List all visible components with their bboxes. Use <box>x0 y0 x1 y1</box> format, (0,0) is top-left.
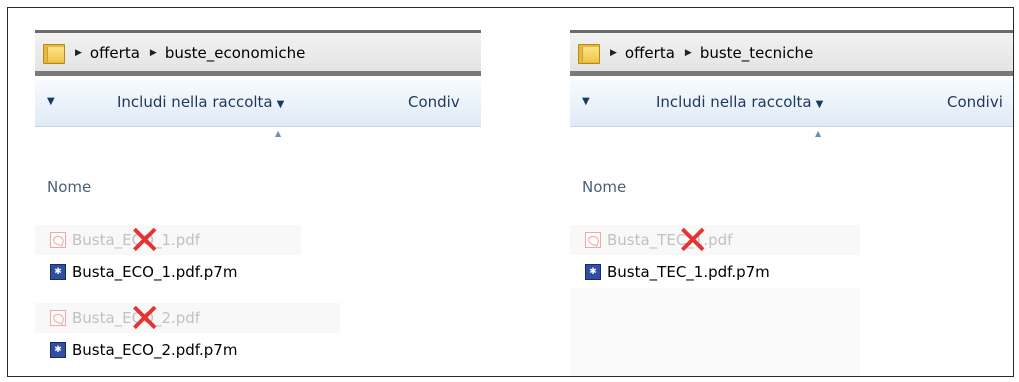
explorer-window-left: ▶ offerta ▶ buste_economiche ▼ Includi n… <box>35 30 481 376</box>
sort-ascending-icon: ▲ <box>815 129 822 138</box>
column-header-name[interactable]: Nome <box>47 178 91 196</box>
include-in-library-label: Includi nella raccolta <box>656 93 812 111</box>
signed-file-icon: ✱ <box>50 342 66 358</box>
sort-ascending-icon: ▲ <box>275 129 282 138</box>
file-name: Busta_ECO_2.pdf.p7m <box>72 341 238 359</box>
pdf-file-icon <box>50 232 66 248</box>
breadcrumb-arrow-icon[interactable]: ▶ <box>75 48 82 58</box>
include-in-library-button[interactable]: Includi nella raccolta ▼ <box>117 93 284 111</box>
file-row[interactable]: ✱ Busta_TEC_1.pdf.p7m <box>570 257 770 287</box>
signed-file-icon: ✱ <box>585 264 601 280</box>
folder-icon <box>43 44 65 64</box>
file-name: Busta_TEC_1.pdf <box>607 231 733 249</box>
file-row[interactable]: ✱ Busta_ECO_1.pdf.p7m <box>35 257 237 287</box>
pdf-file-icon <box>50 310 66 326</box>
column-header-name[interactable]: Nome <box>582 178 626 196</box>
file-row[interactable]: Busta_TEC_1.pdf ✕ <box>570 221 860 261</box>
organize-dropdown-icon[interactable]: ▼ <box>47 96 55 107</box>
share-button[interactable]: Condiv <box>408 93 460 111</box>
include-in-library-label: Includi nella raccolta <box>117 93 273 111</box>
red-x-mark: ✕ <box>676 218 710 264</box>
file-row[interactable]: Busta_ECO_2.pdf ✕ <box>35 299 340 339</box>
folder-icon <box>578 44 600 64</box>
breadcrumb-arrow-icon[interactable]: ▶ <box>610 48 617 58</box>
breadcrumb-item[interactable]: buste_economiche <box>165 44 306 62</box>
screenshot-frame: ▶ offerta ▶ buste_economiche ▼ Includi n… <box>7 7 1014 377</box>
address-bar[interactable]: ▶ offerta ▶ buste_tecniche <box>570 30 1013 76</box>
signed-file-icon: ✱ <box>50 264 66 280</box>
breadcrumb-arrow-icon[interactable]: ▶ <box>685 48 692 58</box>
breadcrumb-arrow-icon[interactable]: ▶ <box>150 48 157 58</box>
chevron-down-icon: ▼ <box>815 99 824 110</box>
include-in-library-button[interactable]: Includi nella raccolta ▼ <box>656 93 823 111</box>
organize-dropdown-icon[interactable]: ▼ <box>582 96 590 107</box>
file-row[interactable]: Busta_ECO_1.pdf ✕ <box>35 221 301 261</box>
address-bar[interactable]: ▶ offerta ▶ buste_economiche <box>35 30 481 76</box>
pdf-file-icon <box>585 232 601 248</box>
command-bar: ▼ Includi nella raccolta ▼ Condiv <box>35 80 481 127</box>
explorer-window-right: ▶ offerta ▶ buste_tecniche ▼ Includi nel… <box>570 30 1013 376</box>
chevron-down-icon: ▼ <box>276 99 285 110</box>
red-x-mark: ✕ <box>128 218 162 264</box>
file-name: Busta_TEC_1.pdf.p7m <box>607 263 770 281</box>
file-row[interactable]: ✱ Busta_ECO_2.pdf.p7m <box>35 335 237 365</box>
breadcrumb-item[interactable]: buste_tecniche <box>700 44 813 62</box>
empty-list-area <box>570 288 860 376</box>
share-button[interactable]: Condivi <box>947 93 1003 111</box>
file-name: Busta_ECO_1.pdf.p7m <box>72 263 238 281</box>
breadcrumb-item[interactable]: offerta <box>625 44 675 62</box>
red-x-mark: ✕ <box>128 296 162 342</box>
breadcrumb-item[interactable]: offerta <box>90 44 140 62</box>
command-bar: ▼ Includi nella raccolta ▼ Condivi <box>570 80 1013 127</box>
